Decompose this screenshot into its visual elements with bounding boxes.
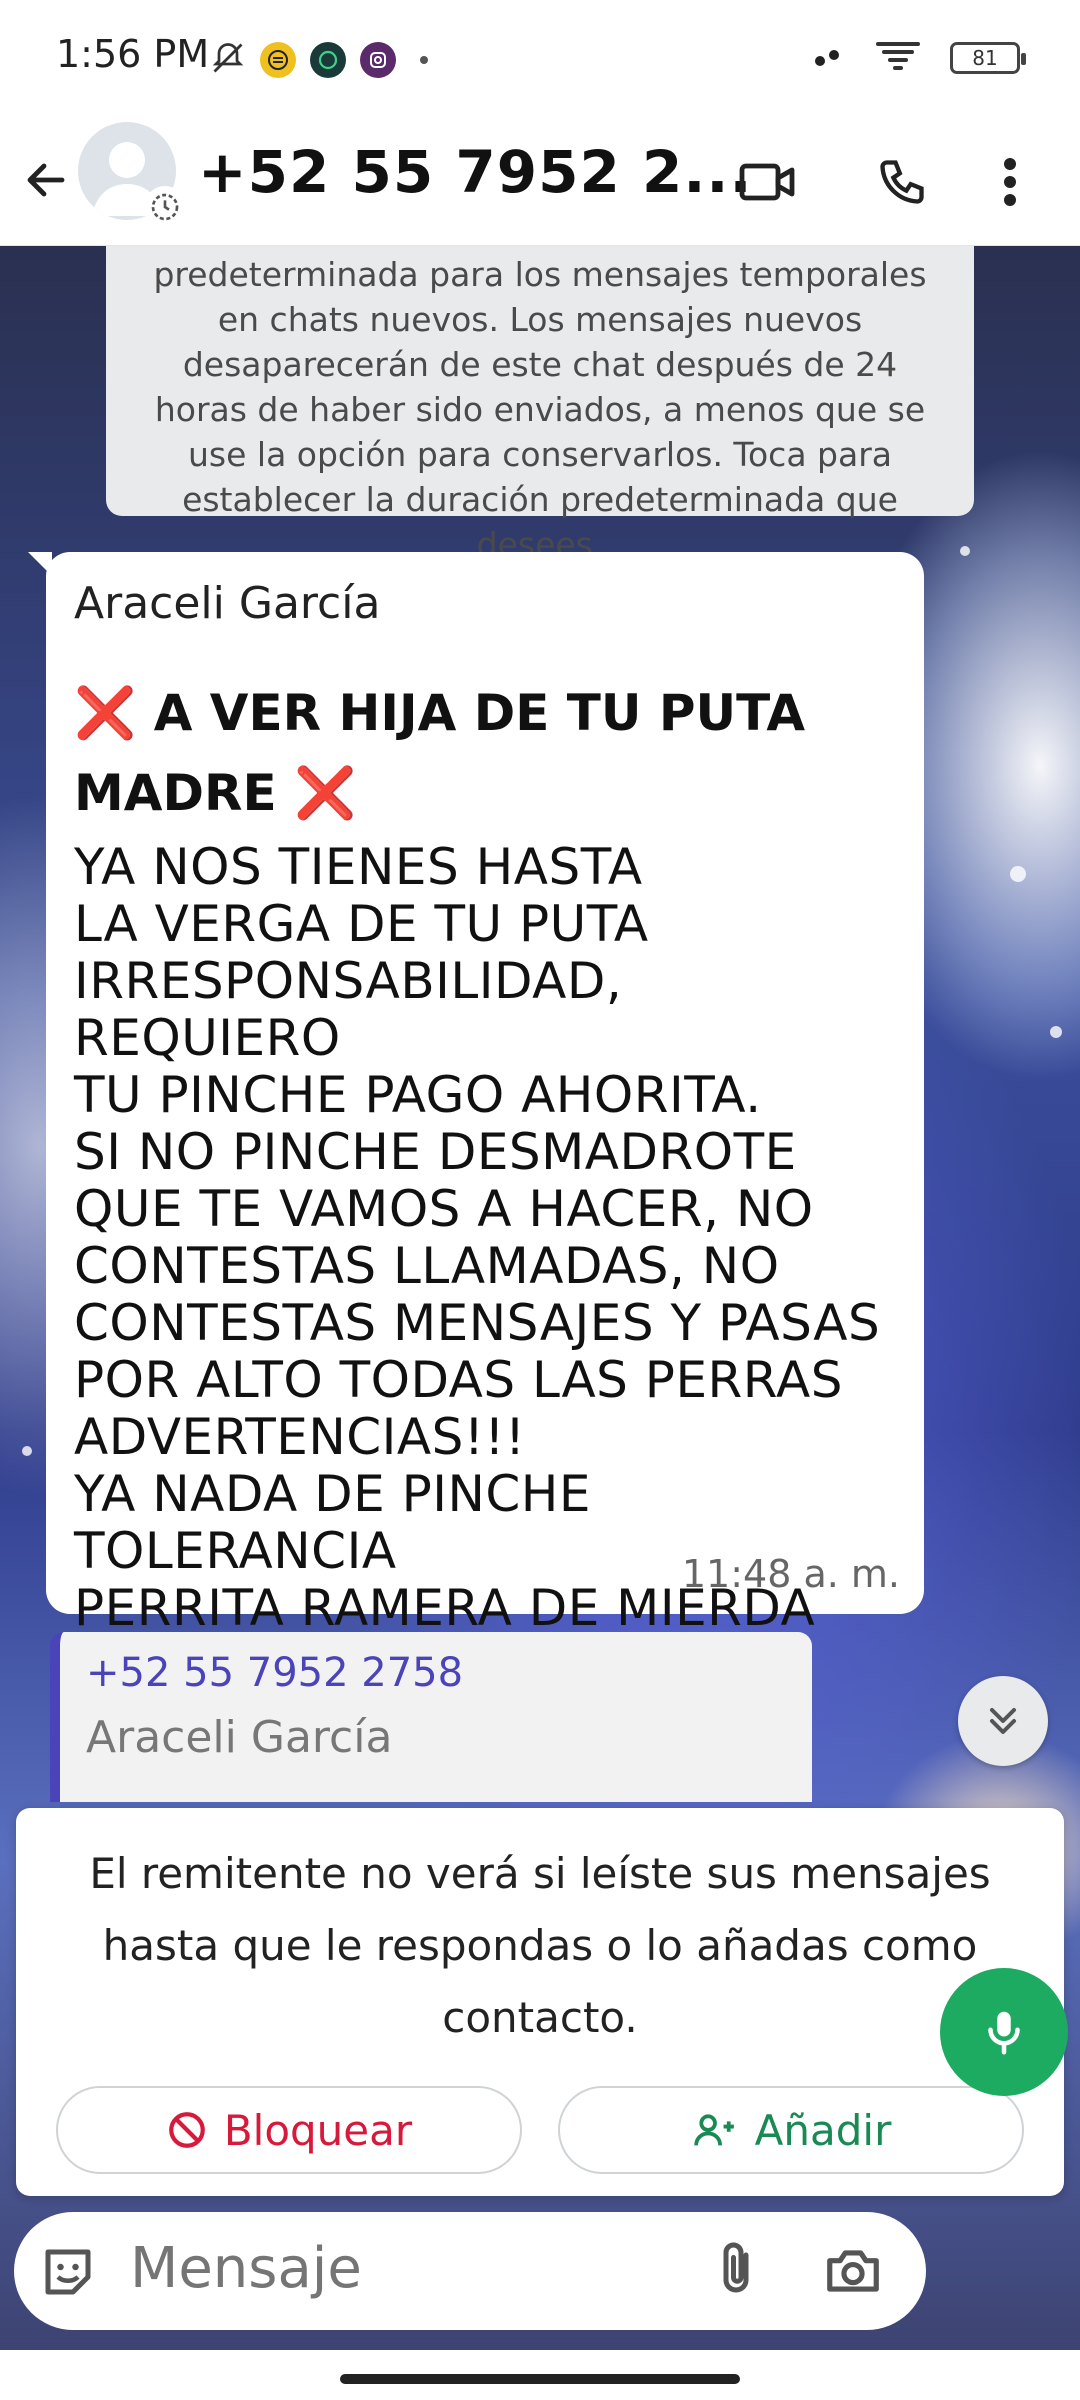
microphone-icon [988, 2011, 1020, 2055]
status-notification-icons [210, 40, 428, 80]
message-line: CONTESTAS MENSAJES Y PASAS [74, 1294, 881, 1352]
message-line: QUE TE VAMOS A HACER, NO [74, 1180, 814, 1238]
battery-level: 81 [972, 46, 998, 70]
home-gesture-handle[interactable] [340, 2374, 740, 2384]
emoji-sticker-button[interactable] [38, 2242, 98, 2302]
message-timestamp: 11:48 a. m. [681, 1552, 900, 1596]
disappearing-messages-notice[interactable]: predeterminada para los mensajes tempora… [106, 246, 974, 564]
voice-message-button[interactable] [940, 1968, 1068, 2096]
instagram-notification-icon [360, 42, 396, 78]
chat-area[interactable]: predeterminada para los mensajes tempora… [0, 246, 1080, 2400]
block-button[interactable]: Bloquear [56, 2086, 522, 2174]
camera-icon [827, 2250, 879, 2292]
contact-name[interactable]: +52 55 7952 2... [198, 138, 752, 206]
video-call-button[interactable] [730, 144, 806, 220]
message-line: POR ALTO TODAS LAS PERRAS [74, 1351, 843, 1409]
wallpaper-sparkle [22, 1446, 32, 1456]
status-bar: 1:56 PM 81 [0, 0, 1080, 118]
message-composer [14, 2212, 926, 2330]
message-sender: Araceli García [74, 578, 381, 629]
message-input[interactable] [130, 2236, 650, 2301]
wallpaper-sparkle [1050, 1026, 1062, 1038]
chat-header: +52 55 7952 2... [0, 118, 1080, 246]
message-line: TU PINCHE PAGO AHORITA. [74, 1066, 762, 1124]
more-icon [1004, 158, 1016, 206]
block-icon [168, 2112, 205, 2148]
message-body: YA NOS TIENES HASTA LA VERGA DE TU PUTA … [74, 839, 896, 1637]
double-chevron-down-icon [989, 1707, 1017, 1735]
incoming-message-bubble[interactable]: Araceli García ❌ A VER HIJA DE TU PUTA M… [28, 552, 924, 1637]
wallpaper-sparkle [1010, 866, 1026, 882]
cross-mark-icon: ❌ [294, 764, 357, 822]
message-line: SI NO PINCHE DESMADROTE [74, 1123, 797, 1181]
back-button[interactable] [14, 148, 78, 212]
message-line: ADVERTENCIAS!!! [74, 1408, 526, 1466]
quoted-phone-number: +52 55 7952 2758 [86, 1650, 464, 1696]
status-time: 1:56 PM [56, 32, 210, 76]
back-arrow-icon [27, 163, 65, 197]
status-system-icons: 81 [812, 38, 1026, 78]
attach-button[interactable] [706, 2240, 766, 2300]
message-line: YA NOS TIENES HASTA [74, 838, 643, 896]
dot-icon [420, 56, 428, 64]
unknown-sender-notice: El remitente no verá si leíste sus mensa… [16, 1808, 1064, 2196]
more-options-button[interactable] [980, 144, 1040, 220]
block-label: Bloquear [223, 2105, 413, 2155]
unknown-sender-text: El remitente no verá si leíste sus mensa… [89, 1849, 991, 2042]
message-title: ❌ A VER HIJA DE TU PUTA MADRE ❌ [74, 673, 896, 833]
whatsapp-notification-icon [310, 42, 346, 78]
wifi-icon [876, 38, 920, 78]
app-notification-icon [260, 42, 296, 78]
disappearing-timer-icon [144, 186, 186, 228]
bell-off-icon [210, 40, 246, 80]
sticker-icon [45, 2249, 91, 2295]
message-title-text: A VER HIJA DE TU PUTA MADRE [74, 684, 806, 822]
message-line: LA VERGA DE TU PUTA [74, 895, 649, 953]
add-person-icon [693, 2114, 734, 2146]
voice-call-button[interactable] [864, 144, 940, 220]
add-label: Añadir [754, 2105, 892, 2155]
cross-mark-icon: ❌ [74, 684, 137, 742]
message-line: CONTESTAS LLAMADAS, NO [74, 1237, 780, 1295]
scroll-to-bottom-button[interactable] [958, 1676, 1048, 1766]
signal-dots-icon [812, 41, 846, 75]
video-call-icon [739, 163, 795, 201]
message-line: IRRESPONSABILIDAD, REQUIERO [74, 952, 623, 1067]
system-message-text: predeterminada para los mensajes tempora… [153, 255, 927, 564]
phone-icon [880, 160, 924, 204]
battery-icon: 81 [950, 42, 1026, 74]
wallpaper-sparkle [960, 546, 970, 556]
camera-button[interactable] [822, 2240, 886, 2304]
quoted-contact-card[interactable]: +52 55 7952 2758 Araceli García [50, 1632, 812, 1802]
add-contact-button[interactable]: Añadir [558, 2086, 1024, 2174]
quoted-contact-name: Araceli García [86, 1712, 393, 1763]
paperclip-icon [723, 2242, 749, 2293]
